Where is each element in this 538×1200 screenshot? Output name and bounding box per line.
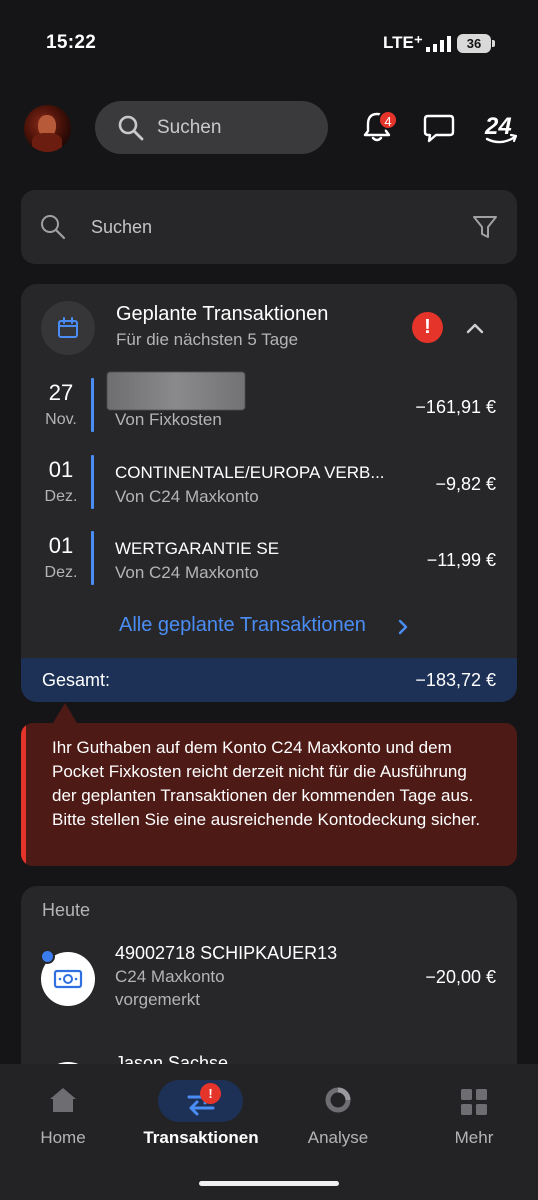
redacted-name (107, 372, 245, 410)
nav-alert-badge: ! (200, 1083, 221, 1104)
network-indicator: LTE⁺ (383, 33, 423, 52)
brand-label: 24 (484, 113, 512, 140)
planned-transaction-row[interactable]: 01 Dez. WERTGARANTIE SE Von C24 Maxkonto… (21, 531, 517, 597)
planned-subtitle: Für die nächsten 5 Tage (116, 330, 299, 349)
tx-month: Dez. (44, 564, 78, 581)
section-label: Heute (42, 900, 91, 920)
c24-logo-icon[interactable]: 24 (482, 110, 520, 146)
search-icon (118, 115, 144, 141)
total-row: Gesamt: −183,72 € (21, 658, 517, 702)
unread-dot (40, 949, 55, 964)
nav-analyse[interactable]: Analyse (298, 1064, 378, 1164)
tx-name: CONTINENTALE/EUROPA VERB... (115, 463, 385, 482)
tx-name: WERTGARANTIE SE (115, 539, 280, 558)
tx-amount: −9,82 € (435, 474, 496, 494)
tx-source: Von C24 Maxkonto (115, 563, 259, 582)
chevron-up-icon[interactable] (464, 317, 486, 339)
total-amount: −183,72 € (415, 670, 496, 690)
tx-status: vorgemerkt (115, 990, 201, 1009)
chevron-right-icon[interactable] (396, 618, 410, 636)
nav-home[interactable]: Home (24, 1064, 102, 1164)
nav-label: Home (40, 1128, 86, 1147)
tx-divider (91, 455, 94, 509)
tx-day: 01 (48, 457, 74, 482)
search-placeholder: Suchen (157, 117, 222, 138)
tx-amount: −161,91 € (415, 397, 496, 417)
search-placeholder: Suchen (91, 217, 153, 237)
alert-icon[interactable]: ! (412, 312, 443, 343)
tx-divider (91, 531, 94, 585)
calendar-icon (58, 317, 78, 338)
tx-month: Dez. (44, 488, 78, 505)
avatar[interactable] (24, 105, 71, 152)
planned-transaction-row[interactable]: 27 Nov. Von Fixkosten −161,91 € (21, 372, 517, 444)
search-input[interactable]: Suchen (95, 101, 328, 154)
all-planned-link[interactable]: Alle geplante Transaktionen (119, 614, 366, 637)
nav-mehr[interactable]: Mehr (440, 1064, 508, 1164)
analytics-icon (325, 1087, 351, 1113)
planned-title: Geplante Transaktionen (116, 303, 329, 325)
nav-transaktionen[interactable]: Transaktionen (135, 1064, 267, 1164)
top-bar: Suchen 4 24 (0, 100, 538, 156)
battery-icon: 36 (457, 34, 495, 53)
tx-day: 27 (48, 380, 74, 405)
home-indicator[interactable] (199, 1181, 339, 1186)
warning-pointer (53, 703, 77, 723)
status-time: 15:22 (46, 32, 97, 53)
chat-icon[interactable] (422, 112, 456, 144)
tx-name[interactable]: 49002718 SCHIPKAUER13 (115, 943, 337, 964)
transaction-search-field[interactable]: Suchen (21, 190, 517, 264)
banknote-icon (53, 969, 83, 989)
tx-account: C24 Maxkonto (115, 967, 225, 986)
tx-divider (91, 378, 94, 432)
tx-amount: −11,99 € (426, 550, 496, 570)
home-icon (50, 1088, 76, 1112)
nav-label: Analyse (307, 1128, 369, 1147)
total-label: Gesamt: (42, 670, 111, 690)
today-transactions-card: Heute 49002718 SCHIPKAUER13 C24 Maxkonto… (21, 886, 517, 1086)
warning-text: Ihr Guthaben auf dem Konto C24 Maxkonto … (52, 738, 481, 829)
planned-transactions-card: Geplante Transaktionen Für die nächsten … (21, 284, 517, 702)
search-icon (41, 215, 66, 240)
tx-amount: −20,00 € (425, 967, 496, 987)
bottom-navigation: Home Transaktionen ! Analyse Mehr (0, 1064, 538, 1200)
notification-badge: 4 (378, 110, 398, 130)
grid-icon (461, 1089, 487, 1115)
signal-icon (426, 36, 451, 52)
status-bar: 15:22 LTE⁺ 36 (0, 0, 538, 88)
tx-source: Von Fixkosten (115, 410, 222, 429)
nav-label: Mehr (454, 1128, 494, 1147)
insufficient-funds-warning: Ihr Guthaben auf dem Konto C24 Maxkonto … (21, 723, 517, 866)
tx-day: 01 (48, 533, 74, 558)
calendar-badge (41, 301, 95, 355)
tx-month: Nov. (45, 411, 77, 428)
nav-label: Transaktionen (143, 1128, 259, 1147)
filter-icon[interactable] (471, 213, 499, 241)
planned-transaction-row[interactable]: 01 Dez. CONTINENTALE/EUROPA VERB... Von … (21, 455, 517, 521)
tx-source: Von C24 Maxkonto (115, 487, 259, 506)
